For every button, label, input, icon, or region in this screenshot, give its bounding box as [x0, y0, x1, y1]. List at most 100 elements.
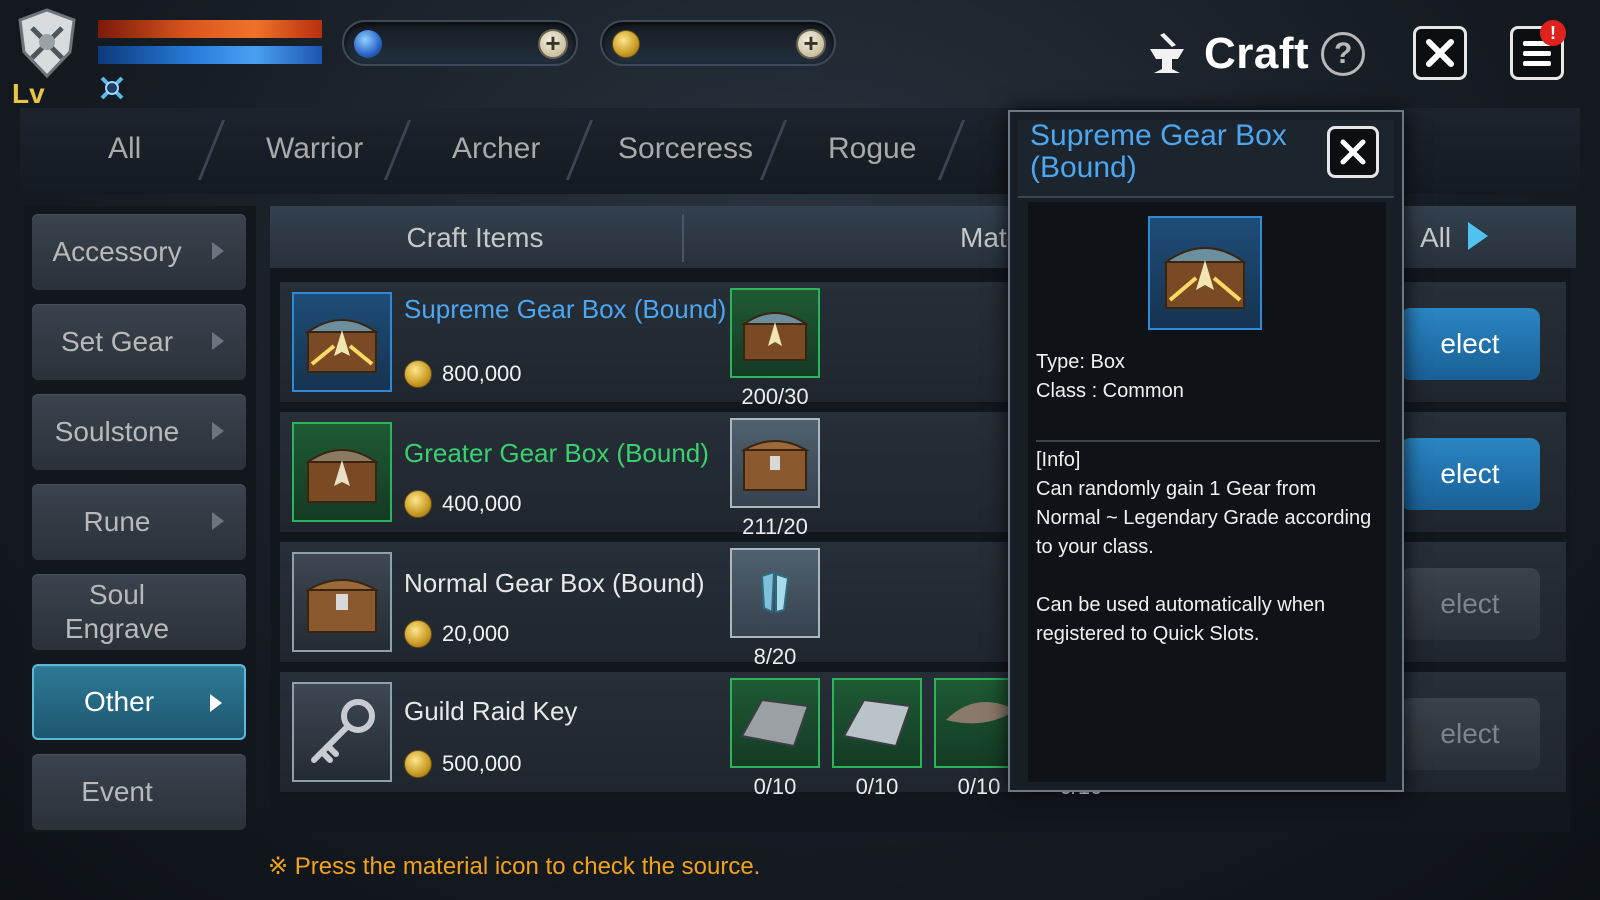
tab-rogue[interactable]: Rogue: [828, 132, 916, 166]
item-type: Type: Box: [1036, 351, 1125, 373]
material-count: 200/30: [741, 384, 809, 409]
iron-plate-icon[interactable]: [730, 678, 820, 768]
popup-title-line: (Bound): [1030, 151, 1137, 184]
guild-raid-key-icon[interactable]: [292, 682, 392, 782]
sidebar-item-label: Other: [83, 686, 155, 717]
price-value: 400,000: [442, 491, 522, 516]
craft-header: Craft ?: [1142, 24, 1366, 84]
gold-coin-icon: [404, 490, 432, 518]
close-icon: [1426, 39, 1454, 67]
select-button[interactable]: elect: [1400, 568, 1540, 640]
item-price: 800,000: [404, 360, 522, 388]
item-class: Class : Common: [1036, 380, 1184, 402]
sidebar-item-rune[interactable]: Rune: [32, 484, 246, 560]
chevron-right-icon: [210, 694, 222, 712]
sidebar-item-label: Set Gear: [60, 326, 174, 357]
tab-all[interactable]: All: [108, 132, 141, 166]
popup-title: Supreme Gear Box (Bound): [1030, 120, 1330, 184]
anvil-icon: [1142, 29, 1192, 79]
tab-divider: [565, 120, 594, 180]
sidebar-item-label: Rune: [83, 506, 151, 537]
sidebar-item-accessory[interactable]: Accessory: [32, 214, 246, 290]
price-value: 20,000: [442, 621, 510, 646]
greater-gear-box-icon[interactable]: [292, 422, 392, 522]
item-price: 20,000: [404, 620, 509, 648]
level-label: Lv: [12, 78, 45, 109]
material-slot[interactable]: 0/10: [730, 678, 820, 800]
tab-warrior[interactable]: Warrior: [266, 132, 363, 166]
info-divider: [1036, 440, 1380, 442]
tab-divider: [759, 120, 788, 180]
sidebar-item-soulstone[interactable]: Soulstone: [32, 394, 246, 470]
sidebar-item-set-gear[interactable]: Set Gear: [32, 304, 246, 380]
gold-currency: +: [600, 20, 836, 66]
col-craft-items: Craft Items: [406, 222, 544, 253]
chevron-right-icon: [212, 512, 224, 530]
hint-text: ※ Press the material icon to check the s…: [268, 853, 761, 880]
gold-coin-icon: [404, 620, 432, 648]
item-name: Guild Raid Key: [404, 696, 578, 726]
select-button[interactable]: elect: [1400, 698, 1540, 770]
material-slot[interactable]: 200/30: [730, 288, 820, 410]
material-slot[interactable]: 8/20: [730, 548, 820, 670]
info-line: Can randomly gain 1 Gear from: [1036, 478, 1317, 500]
tab-sorceress[interactable]: Sorceress: [618, 132, 753, 166]
tab-archer[interactable]: Archer: [452, 132, 540, 166]
price-value: 500,000: [442, 751, 522, 776]
guild-emblem-icon[interactable]: [12, 6, 82, 80]
material-count: 211/20: [742, 514, 808, 539]
sidebar-item-other[interactable]: Other: [32, 664, 246, 740]
normal-box-icon[interactable]: [730, 418, 820, 508]
info-line: Normal ~ Legendary Grade according: [1036, 507, 1372, 529]
alert-badge: !: [1540, 20, 1566, 46]
material-count: 8/20: [753, 644, 797, 669]
normal-gear-box-icon[interactable]: [292, 552, 392, 652]
tab-divider: [937, 120, 966, 180]
sidebar-item-soul-engrave[interactable]: Soul Engrave: [32, 574, 246, 650]
filter-dropdown[interactable]: All: [1420, 222, 1451, 254]
sidebar-item-event[interactable]: Event: [32, 754, 246, 830]
chevron-right-icon: [212, 422, 224, 440]
gold-coin-icon: [404, 750, 432, 778]
material-slot[interactable]: 0/10: [832, 678, 922, 800]
material-count: 0/10: [855, 774, 899, 799]
info-line: Can be used automatically when: [1036, 594, 1326, 616]
sidebar-item-label: Accessory: [52, 236, 182, 267]
tab-divider: [383, 120, 412, 180]
chevron-right-icon: [212, 242, 224, 260]
add-gold-button[interactable]: +: [796, 29, 826, 59]
chevron-right-icon: [212, 332, 224, 350]
hp-bar: [98, 20, 322, 38]
popup-item-icon: [1148, 216, 1262, 330]
close-icon: [1340, 139, 1366, 165]
select-button[interactable]: elect: [1400, 438, 1540, 510]
question-icon[interactable]: ?: [1321, 32, 1366, 76]
gem-icon: [354, 30, 382, 58]
item-name: Supreme Gear Box (Bound): [404, 294, 727, 324]
info-header: [Info]: [1036, 449, 1081, 471]
info-line: to your class.: [1036, 536, 1154, 558]
header-divider: [682, 214, 684, 262]
item-name: Normal Gear Box (Bound): [404, 568, 705, 598]
chevron-right-icon[interactable]: [1468, 222, 1488, 250]
close-button[interactable]: [1413, 26, 1467, 80]
gold-coin-icon: [612, 30, 640, 58]
category-sidebar: Accessory Set Gear Soulstone Rune Soul E…: [24, 206, 256, 832]
info-line: registered to Quick Slots.: [1036, 623, 1260, 645]
supreme-gear-box-icon[interactable]: [292, 292, 392, 392]
supreme-box-icon[interactable]: [730, 288, 820, 378]
gem-currency: +: [342, 20, 578, 66]
crystal-shard-icon[interactable]: [730, 548, 820, 638]
sidebar-item-label: Event: [81, 776, 153, 807]
silver-plate-icon[interactable]: [832, 678, 922, 768]
tab-divider: [197, 120, 226, 180]
item-name: Greater Gear Box (Bound): [404, 438, 709, 468]
popup-title-line: Supreme Gear Box: [1030, 119, 1287, 152]
item-price: 400,000: [404, 490, 522, 518]
add-gem-button[interactable]: +: [538, 29, 568, 59]
crossed-swords-icon[interactable]: [96, 72, 128, 104]
select-button[interactable]: elect: [1400, 308, 1540, 380]
material-slot[interactable]: 211/20: [730, 418, 820, 540]
popup-close-button[interactable]: [1327, 126, 1379, 178]
sidebar-item-label: Soul Engrave: [64, 579, 170, 644]
